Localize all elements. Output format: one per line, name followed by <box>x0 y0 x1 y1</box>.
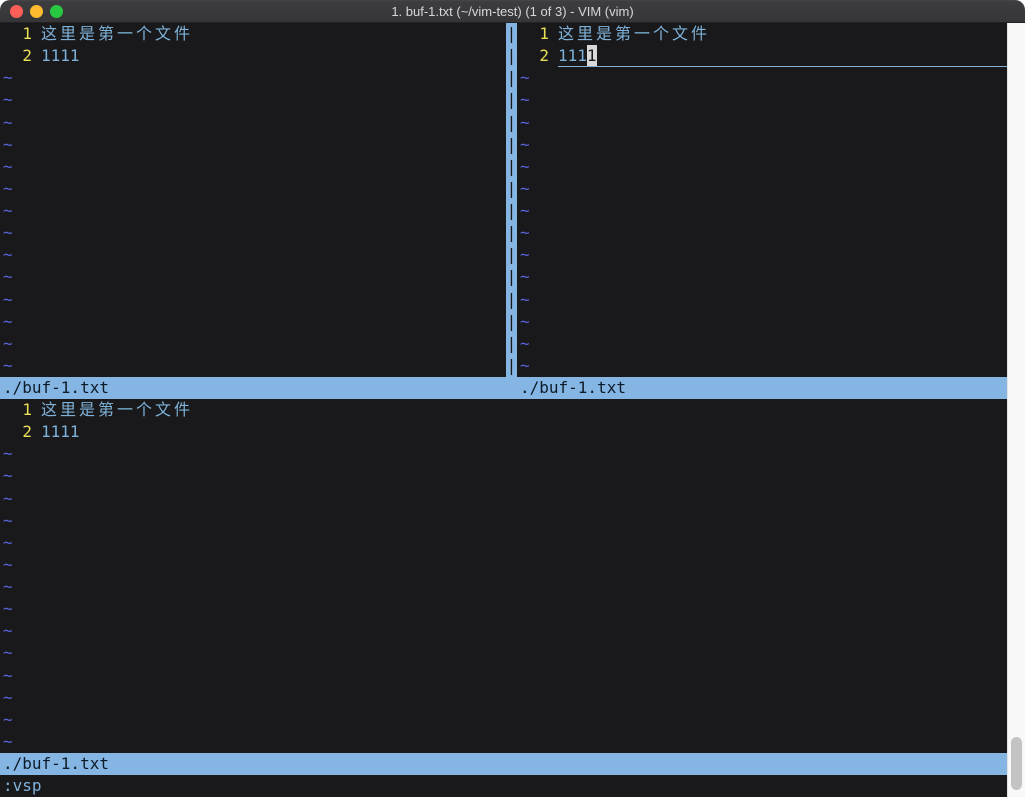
tilde-marker: ~ <box>0 709 1007 731</box>
tilde-marker: ~ <box>0 67 506 89</box>
statusline-filename-right: ./buf-1.txt <box>520 377 626 399</box>
scrollbar[interactable] <box>1007 23 1025 797</box>
tilde-marker: ~ <box>517 156 1007 178</box>
separator-bar-glyph: | <box>506 266 517 288</box>
tilde-marker: ~ <box>0 112 506 134</box>
scrollbar-thumb[interactable] <box>1011 737 1022 790</box>
tilde-marker: ~ <box>0 665 1007 687</box>
buffer-line: 21111 <box>0 45 506 67</box>
line-number: 2 <box>520 45 558 67</box>
pane-top-left[interactable]: 1这里是第一个文件 21111 ~~~~~~~~~~~~~~ <box>0 23 506 377</box>
separator-bar-glyph: | <box>506 355 517 377</box>
vim-terminal: 1这里是第一个文件 21111 ~~~~~~~~~~~~~~ |||||||||… <box>0 23 1007 797</box>
window-title: 1. buf-1.txt (~/vim-test) (1 of 3) - VIM… <box>0 0 1025 23</box>
tilde-marker: ~ <box>517 355 1007 377</box>
tilde-marker: ~ <box>0 554 1007 576</box>
tilde-marker: ~ <box>0 687 1007 709</box>
separator-bar-glyph: | <box>506 244 517 266</box>
line-number: 1 <box>520 23 558 45</box>
tilde-marker: ~ <box>0 465 1007 487</box>
buffer-line: 1这里是第一个文件 <box>0 399 1007 421</box>
tilde-marker: ~ <box>0 200 506 222</box>
tilde-marker: ~ <box>0 488 1007 510</box>
tilde-marker: ~ <box>517 289 1007 311</box>
tilde-marker: ~ <box>0 222 506 244</box>
line-number: 1 <box>3 23 41 45</box>
separator-bar-glyph: | <box>506 112 517 134</box>
vertical-split-separator[interactable]: |||||||||||||||| <box>506 23 517 377</box>
cursor-line: 21111 <box>517 45 1007 67</box>
tilde-marker: ~ <box>0 244 506 266</box>
tilde-marker: ~ <box>0 156 506 178</box>
line-number: 2 <box>3 45 41 67</box>
tilde-marker: ~ <box>0 642 1007 664</box>
separator-bar-glyph: | <box>506 89 517 111</box>
statusline-filename: ./buf-1.txt <box>3 753 109 775</box>
tilde-marker: ~ <box>0 443 1007 465</box>
separator-bar-glyph: | <box>506 67 517 89</box>
tilde-marker: ~ <box>517 266 1007 288</box>
tilde-marker: ~ <box>517 112 1007 134</box>
cursor-block: 1 <box>587 45 597 67</box>
tilde-marker: ~ <box>0 178 506 200</box>
tilde-marker: ~ <box>517 244 1007 266</box>
tilde-marker: ~ <box>517 200 1007 222</box>
statusline-top[interactable]: ./buf-1.txt ./buf-1.txt <box>0 377 1007 399</box>
buffer-line: 1这里是第一个文件 <box>0 23 506 45</box>
pane-top-right[interactable]: 1这里是第一个文件 21111 ~~~~~~~~~~~~~~ <box>517 23 1007 377</box>
tilde-marker: ~ <box>0 598 1007 620</box>
buffer-text: 这里是第一个文件 <box>558 24 710 43</box>
separator-bar-glyph: | <box>506 178 517 200</box>
macvim-window: 1. buf-1.txt (~/vim-test) (1 of 3) - VIM… <box>0 0 1025 797</box>
buffer-text: 1111 <box>41 422 80 441</box>
separator-bar-glyph: | <box>506 156 517 178</box>
tilde-marker: ~ <box>517 134 1007 156</box>
line-number: 2 <box>3 421 41 443</box>
tilde-marker: ~ <box>0 510 1007 532</box>
buffer-text: 1111 <box>41 46 80 65</box>
tilde-marker: ~ <box>517 67 1007 89</box>
statusline-filename-left: ./buf-1.txt <box>3 377 109 399</box>
tilde-marker: ~ <box>517 178 1007 200</box>
tilde-marker: ~ <box>0 89 506 111</box>
separator-bar-glyph: | <box>506 222 517 244</box>
tilde-marker: ~ <box>0 266 506 288</box>
window-titlebar[interactable]: 1. buf-1.txt (~/vim-test) (1 of 3) - VIM… <box>0 0 1025 23</box>
tilde-marker: ~ <box>517 311 1007 333</box>
buffer-line: 1这里是第一个文件 <box>517 23 1007 45</box>
tilde-marker: ~ <box>517 333 1007 355</box>
tilde-marker: ~ <box>0 289 506 311</box>
buffer-text: 这里是第一个文件 <box>41 400 193 419</box>
tilde-marker: ~ <box>0 620 1007 642</box>
pane-bottom[interactable]: 1这里是第一个文件 21111 ~~~~~~~~~~~~~~ <box>0 399 1007 753</box>
tilde-column: ~~~~~~~~~~~~~~ <box>0 443 1007 753</box>
separator-bar-glyph: | <box>506 200 517 222</box>
tilde-marker: ~ <box>0 333 506 355</box>
buffer-line: 21111 <box>0 421 1007 443</box>
separator-bar-glyph: | <box>506 311 517 333</box>
tilde-column: ~~~~~~~~~~~~~~ <box>517 67 1007 377</box>
separator-bar-glyph: | <box>506 333 517 355</box>
tilde-marker: ~ <box>0 355 506 377</box>
separator-bar-glyph: | <box>506 45 517 67</box>
separator-bar-glyph: | <box>506 289 517 311</box>
cursorline-underline <box>597 45 1007 67</box>
buffer-text: 这里是第一个文件 <box>41 24 193 43</box>
tilde-marker: ~ <box>0 576 1007 598</box>
tilde-marker: ~ <box>517 89 1007 111</box>
line-number: 1 <box>3 399 41 421</box>
tilde-marker: ~ <box>0 731 1007 753</box>
tilde-marker: ~ <box>0 532 1007 554</box>
tilde-marker: ~ <box>0 311 506 333</box>
buffer-text: 111 <box>558 45 587 67</box>
tilde-column: ~~~~~~~~~~~~~~ <box>0 67 506 377</box>
top-split-region: 1这里是第一个文件 21111 ~~~~~~~~~~~~~~ |||||||||… <box>0 23 1007 377</box>
separator-bar-glyph: | <box>506 23 517 45</box>
separator-bar-glyph: | <box>506 134 517 156</box>
statusline-bottom[interactable]: ./buf-1.txt <box>0 753 1007 775</box>
tilde-marker: ~ <box>517 222 1007 244</box>
command-line[interactable]: :vsp <box>0 775 1007 797</box>
tilde-marker: ~ <box>0 134 506 156</box>
